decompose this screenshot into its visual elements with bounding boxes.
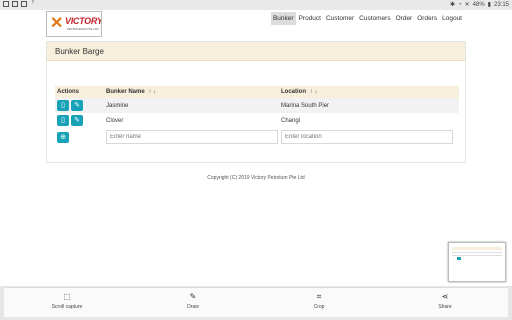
row-actions: ⊕ [55, 131, 103, 143]
nav-customer[interactable]: Customer [324, 12, 356, 25]
main-nav: Bunker Product Customer Customers Order … [270, 12, 464, 25]
header-location-label: Location [281, 89, 306, 95]
row-actions: ▯ ✎ [55, 100, 103, 111]
plus-circle-icon: ⊕ [60, 133, 66, 141]
new-row: ⊕ [55, 128, 459, 146]
table-row: ▯ ✎ Clover Changi [55, 113, 459, 128]
battery-level: 48% [472, 1, 485, 8]
panel-title: Bunker Barge [47, 42, 465, 61]
draw-button[interactable]: ✎ Draw [130, 288, 256, 317]
row-actions: ▯ ✎ [55, 115, 103, 126]
screenshot-toolbar: ⬚ Scroll capture ✎ Draw ⌗ Crop ⋖ Share [4, 287, 508, 317]
pen-icon: ✎ [189, 292, 197, 301]
crop-button[interactable]: ⌗ Crop [256, 288, 382, 317]
nav-product[interactable]: Product [297, 12, 323, 25]
cell-bunker-name: Jasmine [106, 102, 129, 109]
edit-button[interactable]: ✎ [71, 115, 83, 126]
thumb-button [457, 257, 461, 260]
upload-icon: ⇡ [30, 0, 36, 6]
draw-label: Draw [187, 304, 199, 310]
new-name-cell [103, 130, 281, 144]
share-button[interactable]: ⋖ Share [382, 288, 508, 317]
share-icon: ⋖ [441, 292, 449, 301]
new-location-cell [281, 130, 459, 144]
bunker-name-input[interactable] [106, 130, 278, 144]
pencil-icon: ✎ [74, 117, 80, 124]
header-actions: Actions [57, 89, 80, 95]
thumb-header [452, 247, 502, 250]
bunker-table: Actions Bunker Name ↑ ↓ Location ↑ ↓ ▯ ✎… [55, 86, 459, 146]
header-bunker-name-label: Bunker Name [106, 89, 145, 95]
nav-bunker[interactable]: Bunker [270, 12, 296, 25]
logo-tagline: PETROLEUM PTE LTD [67, 27, 99, 31]
trash-icon: ▯ [61, 102, 65, 109]
bunker-barge-panel: Bunker Barge Actions Bunker Name ↑ ↓ Loc… [46, 41, 466, 163]
delete-button[interactable]: ▯ [57, 100, 69, 111]
nav-customers[interactable]: Customers [357, 12, 392, 25]
nav-logout[interactable]: Logout [440, 12, 464, 25]
table-row: ▯ ✎ Jasmine Marina South Pier [55, 98, 459, 113]
logo-wordmark: VICTORY [65, 16, 102, 26]
notification-icons: ⇡ [3, 1, 36, 7]
web-page: ✕ VICTORY PETROLEUM PTE LTD Bunker Produ… [0, 10, 512, 286]
nav-order[interactable]: Order [394, 12, 415, 25]
battery-icon: ▮ [487, 2, 491, 8]
mail-icon [12, 1, 18, 7]
cell-location: Marina South Pier [281, 102, 330, 109]
cell-bunker-name: Clover [106, 117, 124, 124]
location-input[interactable] [281, 130, 453, 144]
delete-button[interactable]: ▯ [57, 115, 69, 126]
wifi-icon: ◔ [458, 1, 462, 8]
header-location[interactable]: Location ↑ ↓ [281, 89, 459, 95]
table-header: Actions Bunker Name ↑ ↓ Location ↑ ↓ [55, 86, 459, 98]
company-logo[interactable]: ✕ VICTORY PETROLEUM PTE LTD [46, 11, 102, 37]
add-button[interactable]: ⊕ [57, 131, 69, 143]
scroll-capture-label: Scroll capture [51, 304, 83, 310]
nav-orders[interactable]: Orders [415, 12, 439, 25]
header-bunker-name[interactable]: Bunker Name ↑ ↓ [103, 89, 281, 95]
pencil-icon: ✎ [74, 102, 80, 109]
sort-arrows-icon[interactable]: ↑ ↓ [310, 89, 318, 95]
thumb-line [452, 255, 502, 256]
thumb-line [452, 252, 502, 253]
edit-button[interactable]: ✎ [71, 100, 83, 111]
cell-location: Changi [281, 117, 301, 124]
top-navbar: ✕ VICTORY PETROLEUM PTE LTD Bunker Produ… [0, 10, 512, 38]
clock: 23:15 [493, 1, 509, 8]
trash-icon: ▯ [61, 117, 65, 124]
mute-icon: ✕ [464, 2, 470, 8]
system-status-bar: ⇡ ✱ ◔ ✕ 48% ▮ 23:15 [0, 0, 512, 10]
crop-icon: ⌗ [316, 292, 322, 301]
scroll-capture-button[interactable]: ⬚ Scroll capture [4, 288, 130, 317]
crop-label: Crop [313, 304, 325, 310]
gallery-icon [3, 1, 9, 7]
sort-arrows-icon[interactable]: ↑ ↓ [148, 89, 156, 95]
screenshot-thumbnail[interactable] [448, 242, 506, 282]
share-label: Share [438, 304, 452, 310]
system-status-right: ✱ ◔ ✕ 48% ▮ 23:15 [449, 1, 509, 9]
bluetooth-icon: ✱ [449, 2, 455, 8]
chat-icon [21, 1, 27, 7]
scroll-capture-icon: ⬚ [63, 292, 71, 301]
copyright: Copyright (C) 2019 Victory Petrolum Pte … [207, 175, 305, 181]
